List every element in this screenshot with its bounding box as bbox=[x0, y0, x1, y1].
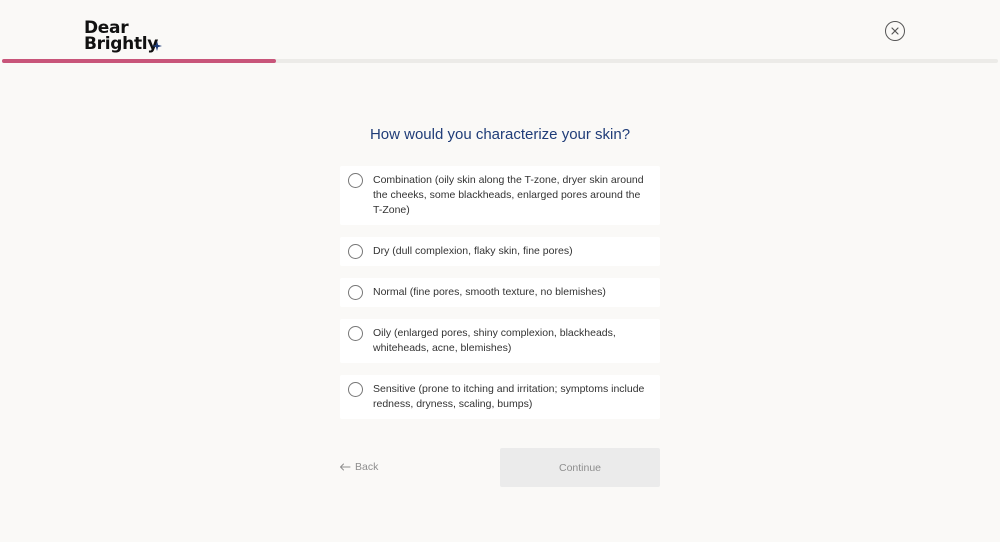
option-label: Dry (dull complexion, flaky skin, fine p… bbox=[373, 245, 573, 257]
option-label: Normal (fine pores, smooth texture, no b… bbox=[373, 286, 606, 298]
logo-line-2: Brightly bbox=[84, 34, 159, 54]
option-dry[interactable]: Dry (dull complexion, flaky skin, fine p… bbox=[340, 237, 660, 266]
sparkle-icon bbox=[152, 41, 162, 51]
radio-button[interactable] bbox=[348, 326, 363, 341]
question-title: How would you characterize your skin? bbox=[369, 126, 631, 143]
back-label: Back bbox=[355, 461, 379, 473]
radio-button[interactable] bbox=[348, 173, 363, 188]
close-icon bbox=[891, 27, 899, 35]
radio-button[interactable] bbox=[348, 244, 363, 259]
progress-bar bbox=[2, 59, 998, 63]
arrow-left-icon bbox=[340, 463, 351, 471]
quiz-page: Dear Brightly How would you characterize… bbox=[0, 0, 1000, 542]
option-combination[interactable]: Combination (oily skin along the T-zone,… bbox=[340, 166, 660, 225]
option-label: Oily (enlarged pores, shiny complexion, … bbox=[373, 327, 616, 354]
close-button[interactable] bbox=[885, 21, 905, 41]
option-list: Combination (oily skin along the T-zone,… bbox=[340, 166, 660, 431]
continue-button[interactable]: Continue bbox=[500, 448, 660, 487]
back-button[interactable]: Back bbox=[339, 460, 378, 474]
radio-button[interactable] bbox=[348, 285, 363, 300]
radio-button[interactable] bbox=[348, 382, 363, 397]
progress-fill bbox=[2, 59, 276, 63]
option-label: Combination (oily skin along the T-zone,… bbox=[373, 174, 644, 216]
option-oily[interactable]: Oily (enlarged pores, shiny complexion, … bbox=[340, 319, 660, 363]
option-normal[interactable]: Normal (fine pores, smooth texture, no b… bbox=[340, 278, 660, 307]
brand-logo[interactable]: Dear Brightly bbox=[84, 20, 162, 54]
option-sensitive[interactable]: Sensitive (prone to itching and irritati… bbox=[340, 375, 660, 419]
option-label: Sensitive (prone to itching and irritati… bbox=[373, 383, 645, 410]
